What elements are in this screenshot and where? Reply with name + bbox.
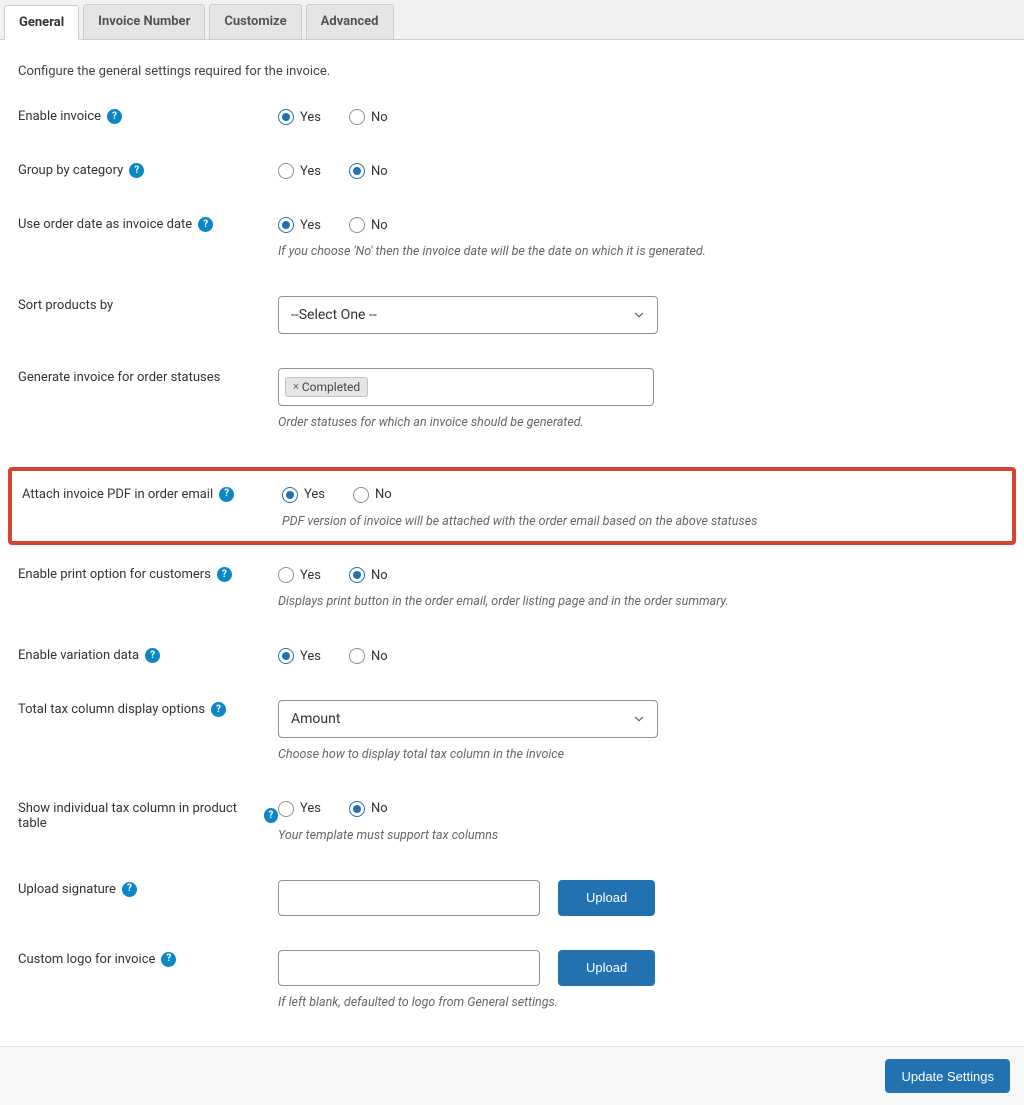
- tab-advanced[interactable]: Advanced: [306, 4, 394, 39]
- radio-icon: [278, 163, 294, 179]
- help-icon[interactable]: ?: [145, 648, 160, 663]
- attach-pdf-label: Attach invoice PDF in order email: [22, 487, 213, 502]
- tab-general[interactable]: General: [4, 5, 79, 40]
- signature-input[interactable]: [278, 880, 540, 916]
- use-order-date-label: Use order date as invoice date: [18, 217, 192, 232]
- total-tax-desc: Choose how to display total tax column i…: [278, 746, 798, 765]
- highlighted-row: Attach invoice PDF in order email ? Yes …: [8, 467, 1016, 546]
- group-category-label: Group by category: [18, 163, 123, 178]
- generate-statuses-desc: Order statuses for which an invoice shou…: [278, 414, 798, 433]
- upload-signature-button[interactable]: Upload: [558, 880, 655, 916]
- upload-signature-label: Upload signature: [18, 882, 116, 897]
- help-icon[interactable]: ?: [211, 702, 226, 717]
- help-icon[interactable]: ?: [219, 487, 234, 502]
- help-icon[interactable]: ?: [122, 882, 137, 897]
- enable-invoice-no[interactable]: No: [349, 109, 388, 125]
- enable-print-yes[interactable]: Yes: [278, 567, 321, 583]
- enable-variation-yes[interactable]: Yes: [278, 648, 321, 664]
- group-category-no[interactable]: No: [349, 163, 388, 179]
- attach-pdf-no[interactable]: No: [353, 487, 392, 503]
- total-tax-select[interactable]: Amount: [278, 700, 658, 738]
- enable-invoice-label: Enable invoice: [18, 109, 101, 124]
- individual-tax-desc: Your template must support tax columns: [278, 827, 798, 846]
- individual-tax-label: Show individual tax column in product ta…: [18, 801, 258, 831]
- footer: Update Settings: [0, 1046, 1024, 1105]
- help-icon[interactable]: ?: [107, 109, 122, 124]
- tab-customize[interactable]: Customize: [209, 4, 301, 39]
- help-icon[interactable]: ?: [161, 952, 176, 967]
- intro-text: Configure the general settings required …: [18, 64, 1006, 79]
- use-order-date-no[interactable]: No: [349, 217, 388, 233]
- upload-logo-button[interactable]: Upload: [558, 950, 655, 986]
- radio-icon: [278, 217, 294, 233]
- enable-print-desc: Displays print button in the order email…: [278, 593, 798, 612]
- tab-invoice-number[interactable]: Invoice Number: [83, 4, 205, 39]
- radio-icon: [349, 109, 365, 125]
- status-tag-completed[interactable]: × Completed: [285, 377, 368, 397]
- custom-logo-input[interactable]: [278, 950, 540, 986]
- radio-icon: [278, 109, 294, 125]
- radio-icon: [349, 567, 365, 583]
- sort-products-label: Sort products by: [18, 298, 113, 313]
- use-order-date-yes[interactable]: Yes: [278, 217, 321, 233]
- attach-pdf-yes[interactable]: Yes: [282, 487, 325, 503]
- statuses-tagbox[interactable]: × Completed: [278, 368, 654, 406]
- radio-icon: [349, 163, 365, 179]
- group-category-yes[interactable]: Yes: [278, 163, 321, 179]
- radio-icon: [349, 217, 365, 233]
- individual-tax-yes[interactable]: Yes: [278, 801, 321, 817]
- settings-content: Configure the general settings required …: [0, 40, 1024, 1012]
- settings-tabs: General Invoice Number Customize Advance…: [0, 0, 1024, 40]
- custom-logo-label: Custom logo for invoice: [18, 952, 155, 967]
- update-settings-button[interactable]: Update Settings: [885, 1059, 1010, 1093]
- close-icon: ×: [293, 381, 299, 392]
- help-icon[interactable]: ?: [198, 217, 213, 232]
- radio-icon: [282, 487, 298, 503]
- help-icon[interactable]: ?: [264, 808, 278, 823]
- use-order-date-desc: If you choose 'No' then the invoice date…: [278, 243, 798, 262]
- enable-variation-label: Enable variation data: [18, 648, 139, 663]
- enable-invoice-yes[interactable]: Yes: [278, 109, 321, 125]
- radio-icon: [353, 487, 369, 503]
- enable-print-no[interactable]: No: [349, 567, 388, 583]
- enable-variation-no[interactable]: No: [349, 648, 388, 664]
- radio-icon: [278, 801, 294, 817]
- total-tax-label: Total tax column display options: [18, 702, 205, 717]
- attach-pdf-desc: PDF version of invoice will be attached …: [282, 513, 802, 532]
- radio-icon: [278, 567, 294, 583]
- radio-icon: [349, 801, 365, 817]
- individual-tax-no[interactable]: No: [349, 801, 388, 817]
- enable-print-label: Enable print option for customers: [18, 567, 211, 582]
- radio-icon: [278, 648, 294, 664]
- radio-icon: [349, 648, 365, 664]
- sort-products-select[interactable]: --Select One --: [278, 296, 658, 334]
- help-icon[interactable]: ?: [217, 567, 232, 582]
- generate-statuses-label: Generate invoice for order statuses: [18, 370, 220, 385]
- help-icon[interactable]: ?: [129, 163, 144, 178]
- custom-logo-desc: If left blank, defaulted to logo from Ge…: [278, 994, 798, 1013]
